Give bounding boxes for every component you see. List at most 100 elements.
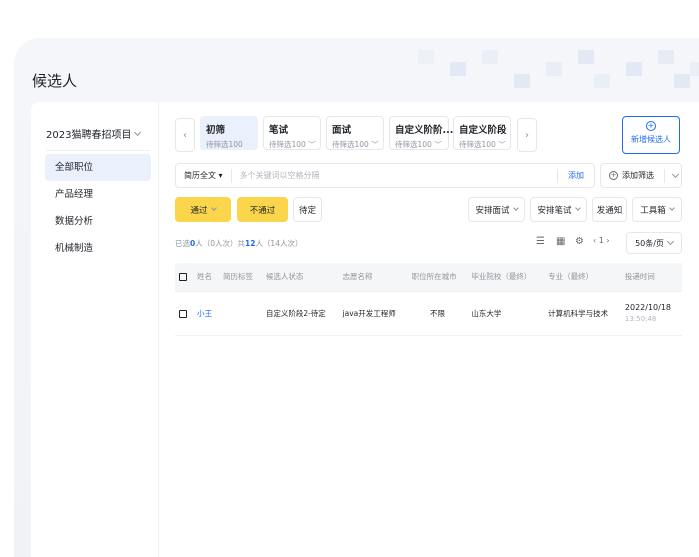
sidebar-item-mechanical[interactable]: 机械制造: [45, 235, 151, 262]
chevron-down-icon: [512, 205, 519, 211]
schedule-exam-button[interactable]: 安排笔试: [530, 197, 587, 222]
sidebar-item-product-manager[interactable]: 产品经理: [45, 181, 151, 208]
col-position: 志愿名称: [338, 263, 408, 292]
toolbox-label: 工具箱: [640, 205, 666, 216]
candidate-city: 不限: [407, 291, 468, 336]
sidebar: 2023猫聘春招项目 全部职位 产品经理 数据分析 机械制造: [31, 102, 159, 557]
settings-icon[interactable]: ⚙: [575, 236, 584, 247]
table-row[interactable]: 小王 自定义阶段2-待定 java开发工程师 不限 山东大学 计算机科学与技术 …: [175, 291, 682, 336]
fail-button[interactable]: 不通过: [237, 197, 288, 222]
stage-name: 初筛: [206, 125, 226, 136]
col-school: 毕业院校（最终）: [467, 263, 545, 292]
chevron-down-icon: [574, 205, 581, 211]
candidate-tags: [218, 291, 262, 336]
content-card: 2023猫聘春招项目 全部职位 产品经理 数据分析 机械制造 ‹ 初筛 待筛选1…: [31, 102, 699, 557]
stage-prev-button[interactable]: ‹: [175, 118, 195, 152]
candidate-position: java开发工程师: [338, 291, 408, 336]
stage-count: 待筛选100 ﹀: [395, 140, 442, 149]
candidate-school: 山东大学: [467, 291, 545, 336]
sidebar-item-label: 数据分析: [55, 216, 94, 227]
plus-circle-icon: +: [609, 171, 618, 180]
search-bar: 简历全文 ▾ 多个关键词以空格分隔 添加: [175, 163, 595, 188]
sidebar-item-data-analysis[interactable]: 数据分析: [45, 208, 151, 235]
page-size-select[interactable]: 50条/页: [626, 232, 682, 254]
toolbox-button[interactable]: 工具箱: [632, 197, 682, 222]
stage-name: 面试: [332, 125, 352, 136]
add-candidate-label: 新增候选人: [631, 135, 671, 144]
stage-count: 待筛选100: [206, 140, 243, 149]
chevron-down-icon: [210, 205, 217, 211]
pass-label: 通过: [190, 205, 208, 216]
search-input[interactable]: 多个关键词以空格分隔: [232, 170, 557, 181]
grid-view-icon[interactable]: ▦: [556, 236, 565, 247]
sidebar-divider: [46, 150, 150, 151]
selection-summary: 已选0人（0人次）共12人（14人次）: [175, 238, 302, 249]
selection-mid: 人（0人次）共: [195, 239, 245, 248]
selection-prefix: 已选: [175, 239, 190, 248]
col-tags: 简历标签: [218, 263, 262, 292]
chevron-right-icon: ›: [525, 129, 529, 141]
stage-count: 待筛选100 ﹀: [459, 140, 506, 149]
sidebar-item-label: 产品经理: [55, 189, 94, 200]
stage-name: 笔试: [269, 125, 289, 136]
pending-button[interactable]: 待定: [293, 197, 322, 222]
stage-name: 自定义阶阶...: [395, 125, 454, 136]
project-label: 2023猫聘春招项目: [46, 130, 132, 141]
select-all-checkbox[interactable]: [179, 273, 187, 282]
candidate-date: 2022/10/18: [624, 303, 671, 312]
stage-tab-screening[interactable]: 初筛 待筛选100: [200, 116, 258, 150]
page-size-label: 50条/页: [635, 238, 664, 248]
search-scope-select[interactable]: 简历全文 ▾: [176, 168, 232, 183]
add-filter-button[interactable]: + 添加筛选: [600, 163, 682, 188]
chevron-down-icon: [668, 205, 675, 211]
main-panel: ‹ 初筛 待筛选100 笔试 待筛选100 ﹀ 面试 待筛选100 ﹀ 自定义阶…: [175, 102, 699, 557]
stage-count: 待筛选100 ﹀: [332, 140, 379, 149]
chevron-down-icon: [671, 170, 680, 178]
row-select-cell: [175, 291, 193, 336]
list-view-icon[interactable]: ☰: [536, 236, 545, 247]
stage-count: 待筛选100 ﹀: [269, 140, 316, 149]
add-candidate-button[interactable]: + 新增候选人: [622, 116, 680, 154]
pass-button[interactable]: 通过: [175, 197, 231, 222]
sidebar-item-label: 机械制造: [55, 243, 94, 254]
project-select[interactable]: 2023猫聘春招项目: [46, 126, 142, 141]
candidate-name-link[interactable]: 小王: [197, 309, 212, 318]
fail-label: 不通过: [249, 205, 276, 216]
pending-label: 待定: [298, 205, 316, 216]
candidate-date-cell: 2022/10/18 13:50:48: [620, 291, 682, 336]
schedule-exam-label: 安排笔试: [537, 205, 572, 216]
col-date: 投递时间: [620, 263, 682, 292]
chevron-left-icon: ‹: [183, 129, 187, 141]
schedule-interview-label: 安排面试: [475, 205, 510, 216]
stage-name: 自定义阶段: [459, 125, 507, 136]
schedule-interview-button[interactable]: 安排面试: [468, 197, 525, 222]
decorative-pattern: [418, 40, 699, 100]
candidate-status: 自定义阶段2-待定: [261, 291, 339, 336]
pagination[interactable]: ‹ 1 ›: [593, 236, 610, 245]
candidate-major: 计算机科学与技术: [544, 291, 621, 336]
stage-tab-written-test[interactable]: 笔试 待筛选100 ﹀: [263, 116, 321, 150]
search-add-link[interactable]: 添加: [557, 168, 594, 183]
candidate-name[interactable]: 小王: [193, 291, 219, 336]
col-major: 专业（最终）: [544, 263, 621, 292]
chevron-down-icon: [666, 237, 674, 246]
chevron-down-icon: [134, 128, 142, 136]
col-city: 职位所在城市: [407, 263, 468, 292]
stage-tab-custom-1[interactable]: 自定义阶阶... 待筛选100 ﹀: [389, 116, 454, 150]
select-all-cell: [175, 263, 193, 292]
page-title: 候选人: [32, 72, 78, 90]
stage-next-button[interactable]: ›: [517, 118, 537, 152]
add-filter-label: 添加筛选: [622, 171, 654, 180]
filter-dropdown[interactable]: [664, 168, 680, 183]
col-status: 候选人状态: [261, 263, 339, 292]
row-checkbox[interactable]: [179, 309, 187, 318]
notify-button[interactable]: 发通知: [592, 197, 627, 222]
selection-suffix: 人（14人次）: [255, 239, 303, 248]
stage-tab-interview[interactable]: 面试 待筛选100 ﹀: [326, 116, 384, 150]
sidebar-item-label: 全部职位: [55, 162, 94, 173]
total-count: 12: [245, 239, 256, 248]
stage-tab-custom-2[interactable]: 自定义阶段 待筛选100 ﹀: [453, 116, 511, 150]
sidebar-item-all-positions[interactable]: 全部职位: [45, 154, 151, 181]
col-name: 姓名: [193, 263, 219, 292]
candidate-time: 13:50:48: [624, 315, 657, 323]
